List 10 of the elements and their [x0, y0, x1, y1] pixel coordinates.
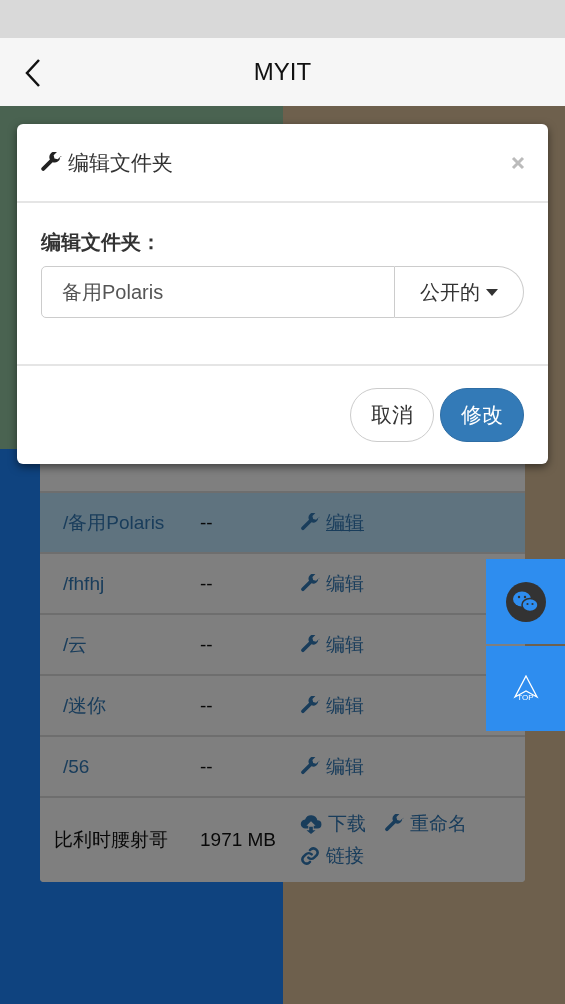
- size-cell-text: --: [200, 632, 214, 657]
- size-cell-text: --: [200, 754, 214, 779]
- file-name: 比利时腰射哥: [54, 828, 169, 852]
- field-label: 编辑文件夹：: [41, 230, 162, 255]
- size-cell-text: --: [200, 510, 214, 535]
- size-cell-text: --: [200, 571, 214, 596]
- dialog-title: 编辑文件夹: [68, 149, 174, 176]
- header-title: MYIT: [253, 58, 312, 86]
- size-cell-text: 1971 MB: [200, 828, 278, 852]
- size-cell-text: --: [200, 693, 214, 718]
